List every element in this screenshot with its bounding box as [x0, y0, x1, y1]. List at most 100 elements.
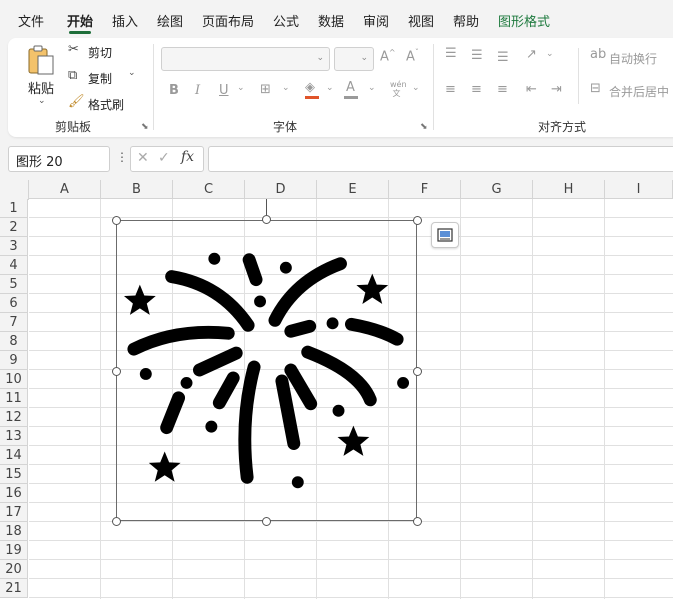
font-name-select[interactable]: ⌄ [161, 47, 330, 71]
cut-button[interactable]: 剪切 [88, 44, 112, 61]
phonetic-guide-icon[interactable]: wén 文 [390, 80, 407, 98]
increase-indent-icon[interactable]: ⇥ [551, 82, 562, 97]
tab-data[interactable]: 数据 [318, 11, 344, 30]
copy-button[interactable]: 复制 [88, 70, 112, 87]
row-header[interactable]: 13 [0, 427, 28, 446]
formula-input[interactable] [208, 146, 673, 172]
wrap-text-button[interactable]: 自动换行 [609, 50, 657, 67]
chevron-down-icon[interactable]: ⌄ [326, 83, 334, 93]
row-header[interactable]: 14 [0, 446, 28, 465]
chevron-down-icon[interactable]: ⌄ [237, 83, 245, 93]
column-header-f[interactable]: F [389, 180, 461, 199]
resize-handle-bottom[interactable] [262, 517, 271, 526]
format-painter-button[interactable]: 格式刷 [88, 96, 124, 113]
tab-formulas[interactable]: 公式 [273, 11, 299, 30]
chevron-down-icon[interactable]: ⌄ [16, 153, 104, 164]
resize-handle-bottom-left[interactable] [112, 517, 121, 526]
row-header[interactable]: 2 [0, 218, 28, 237]
group-divider [578, 48, 579, 104]
paste-button[interactable]: 粘贴 ⌄ [22, 44, 60, 110]
selected-shape[interactable] [116, 220, 417, 521]
font-size-select[interactable]: ⌄ [334, 47, 374, 71]
confirm-icon[interactable]: ✓ [158, 150, 170, 166]
font-color-icon[interactable]: A [344, 80, 358, 99]
row-header[interactable]: 21 [0, 579, 28, 598]
name-box[interactable]: 图形 20 ⌄ [8, 146, 110, 172]
row-header[interactable]: 15 [0, 465, 28, 484]
brush-icon: 🖌 [68, 94, 85, 109]
column-header-i[interactable]: I [605, 180, 673, 199]
row-header[interactable]: 18 [0, 522, 28, 541]
tab-home[interactable]: 开始 [67, 11, 93, 34]
row-header[interactable]: 6 [0, 294, 28, 313]
row-header[interactable]: 17 [0, 503, 28, 522]
bold-button[interactable]: B [169, 83, 179, 98]
tab-draw[interactable]: 绘图 [157, 11, 183, 30]
align-middle-icon[interactable]: ☰ [471, 48, 483, 63]
row-header[interactable]: 5 [0, 275, 28, 294]
chevron-down-icon[interactable]: ⌄ [38, 96, 46, 106]
column-header-d[interactable]: D [245, 180, 317, 199]
formula-buttons: ✕ ✓ fx [130, 146, 204, 172]
merge-center-button[interactable]: 合并后居中 [609, 83, 669, 100]
align-bottom-icon[interactable]: ☰ [497, 50, 509, 65]
column-header-b[interactable]: B [101, 180, 173, 199]
tab-page-layout[interactable]: 页面布局 [202, 11, 254, 30]
row-header[interactable]: 9 [0, 351, 28, 370]
cancel-icon[interactable]: ✕ [137, 150, 149, 166]
row-header[interactable]: 19 [0, 541, 28, 560]
insert-function-icon[interactable]: fx [181, 149, 194, 165]
resize-handle-top-left[interactable] [112, 216, 121, 225]
decrease-indent-icon[interactable]: ⇤ [526, 82, 537, 97]
more-icon[interactable]: ⋮ [116, 150, 128, 164]
column-header-h[interactable]: H [533, 180, 605, 199]
merge-icon: ⊟ [590, 81, 601, 96]
row-header[interactable]: 20 [0, 560, 28, 579]
dialog-launcher-icon[interactable]: ⬊ [420, 122, 428, 132]
column-header-e[interactable]: E [317, 180, 389, 199]
row-header[interactable]: 4 [0, 256, 28, 275]
chevron-down-icon[interactable]: ⌄ [368, 83, 376, 93]
dialog-launcher-icon[interactable]: ⬊ [141, 122, 149, 132]
tab-file[interactable]: 文件 [18, 11, 44, 30]
tab-help[interactable]: 帮助 [453, 11, 479, 30]
ribbon: 粘贴 ⌄ ✂ 剪切 ⧉ 复制 ⌄ 🖌 格式刷 剪贴板 ⬊ ⌄ ⌄ A^ Aˇ B… [8, 38, 673, 137]
align-right-icon[interactable]: ≡ [497, 82, 508, 97]
rotate-handle[interactable] [262, 215, 271, 224]
tab-insert[interactable]: 插入 [112, 11, 138, 30]
row-header[interactable]: 3 [0, 237, 28, 256]
chevron-down-icon[interactable]: ⌄ [546, 49, 554, 59]
column-header-c[interactable]: C [173, 180, 245, 199]
row-header[interactable]: 10 [0, 370, 28, 389]
tab-shape-format[interactable]: 图形格式 [498, 11, 550, 30]
increase-font-icon[interactable]: A^ [380, 48, 396, 64]
fill-color-icon[interactable]: ◈ [305, 80, 319, 99]
row-header[interactable]: 11 [0, 389, 28, 408]
row-header[interactable]: 12 [0, 408, 28, 427]
decrease-font-icon[interactable]: Aˇ [406, 48, 419, 64]
resize-handle-right[interactable] [413, 367, 422, 376]
tab-review[interactable]: 审阅 [363, 11, 389, 30]
column-header-g[interactable]: G [461, 180, 533, 199]
tab-view[interactable]: 视图 [408, 11, 434, 30]
row-header[interactable]: 8 [0, 332, 28, 351]
row-header[interactable]: 1 [0, 199, 28, 218]
align-top-icon[interactable]: ☰ [445, 46, 457, 61]
resize-handle-top-right[interactable] [413, 216, 422, 225]
resize-handle-bottom-right[interactable] [413, 517, 422, 526]
orientation-icon[interactable]: ↗ [526, 47, 537, 62]
chevron-down-icon[interactable]: ⌄ [412, 83, 420, 93]
row-header[interactable]: 7 [0, 313, 28, 332]
chevron-down-icon[interactable]: ⌄ [128, 68, 136, 78]
column-header-a[interactable]: A [29, 180, 101, 199]
underline-button[interactable]: U [219, 83, 229, 98]
italic-button[interactable]: I [195, 83, 200, 98]
layout-options-button[interactable] [431, 222, 459, 248]
select-all-corner[interactable] [0, 180, 29, 200]
chevron-down-icon[interactable]: ⌄ [282, 83, 290, 93]
align-left-icon[interactable]: ≡ [445, 82, 456, 97]
align-center-icon[interactable]: ≡ [471, 82, 482, 97]
border-icon[interactable]: ⊞ [260, 82, 271, 97]
resize-handle-left[interactable] [112, 367, 121, 376]
row-header[interactable]: 16 [0, 484, 28, 503]
